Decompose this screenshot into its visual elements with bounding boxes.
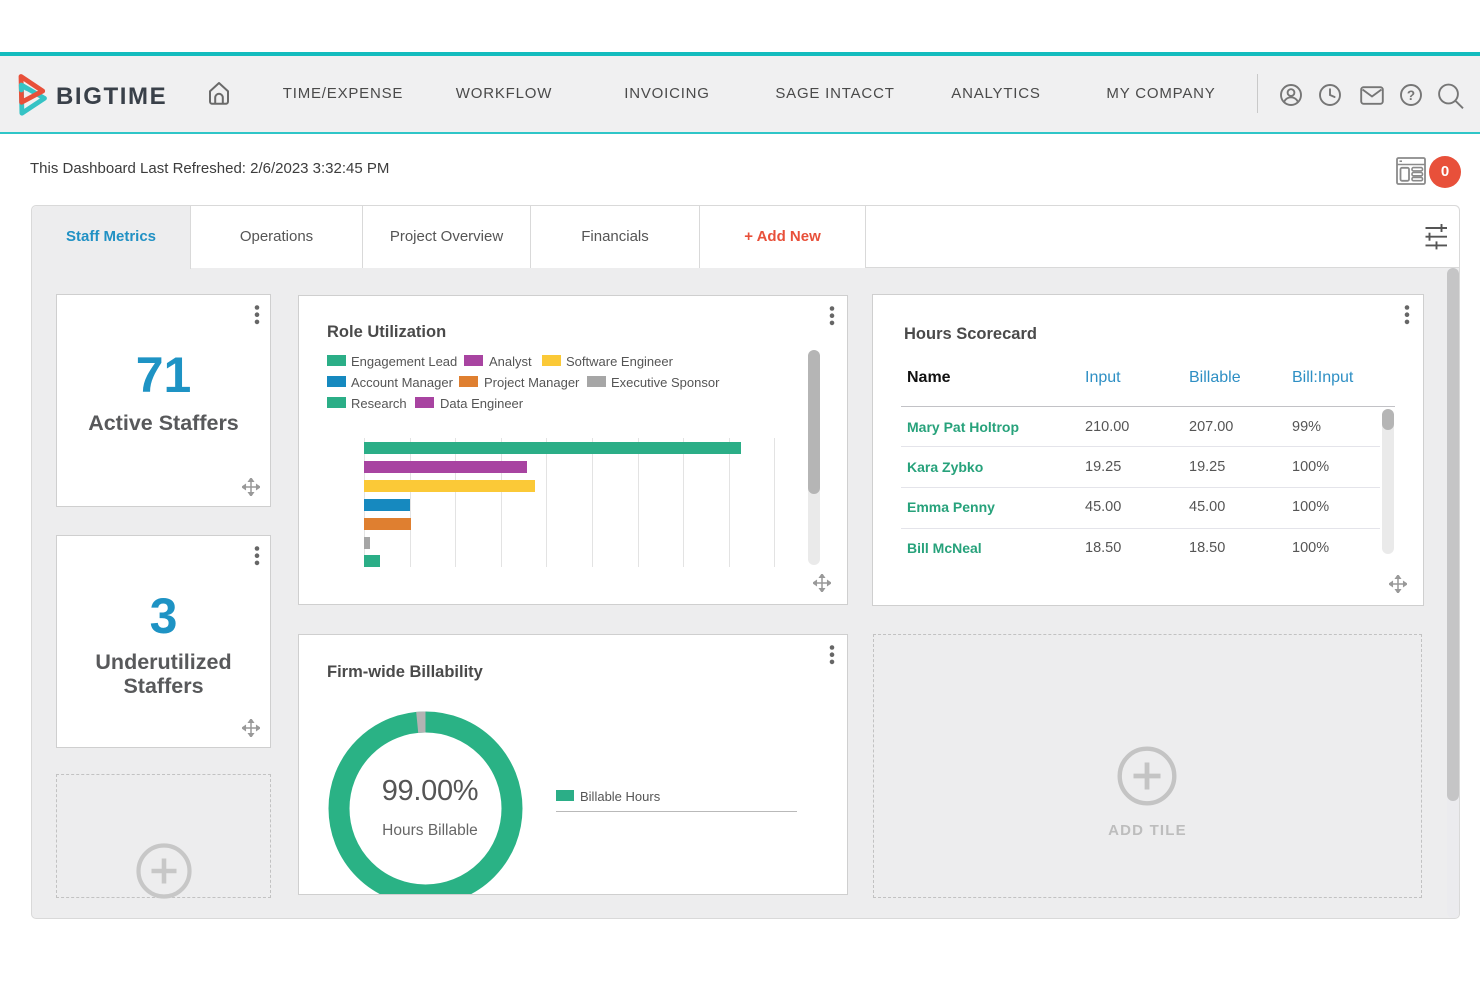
svg-text:?: ?: [1407, 88, 1415, 103]
